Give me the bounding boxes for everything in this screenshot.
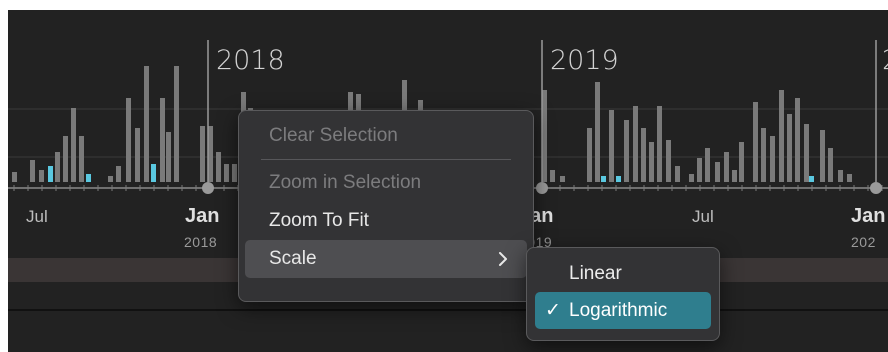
histogram-bar [560,176,565,182]
histogram-bar-highlighted [151,164,156,182]
histogram-bar [675,166,680,182]
jan-year-2018: 2018 [184,234,217,250]
histogram-bar [232,164,237,182]
histogram-bar [550,170,555,182]
histogram-bar [739,142,744,182]
histogram-bar [697,158,702,182]
menu-separator [261,159,511,160]
histogram-bar [126,98,131,182]
histogram-bar [39,170,44,182]
histogram-bar [633,106,638,182]
checkmark-icon: ✓ [545,300,561,321]
histogram-bar [609,110,614,182]
histogram-bar [216,152,221,182]
histogram-bar [828,148,833,182]
histogram-bar [200,126,205,182]
histogram-bar [649,142,654,182]
submenu-item-logarithmic[interactable]: ✓ Logarithmic [535,292,711,329]
histogram-bar-highlighted [601,176,606,182]
histogram-bar-highlighted [616,176,621,182]
menu-item-scale[interactable]: Scale [245,240,527,278]
histogram-bar [587,128,592,182]
histogram-bar [12,172,17,182]
histogram-bar [761,128,766,182]
histogram-bar [838,170,843,182]
histogram-bar [116,166,121,182]
histogram-bar [724,152,729,182]
submenu-item-linear-label: Linear [569,263,622,284]
year-handle-2020[interactable] [870,182,882,194]
year-label-2018: 2018 [216,45,285,76]
histogram-bar [641,128,646,182]
histogram-bar [689,174,694,182]
histogram-bar [705,148,710,182]
histogram-bar [174,66,179,182]
histogram-bar [224,164,229,182]
month-label-jul-2019: Jul [692,207,714,226]
year-handle-2018[interactable] [202,182,214,194]
histogram-bar [804,124,809,182]
histogram-bar-highlighted [809,176,814,182]
histogram-bar [770,136,775,182]
menu-item-zoom-to-fit[interactable]: Zoom To Fit [245,202,527,240]
histogram-bar [820,130,825,182]
jan-label-2020: Jan [851,205,885,227]
histogram-bar [166,132,171,182]
histogram-bar [779,90,784,182]
histogram-bar [666,140,671,182]
histogram-bar [795,98,800,182]
histogram-bar [160,98,165,182]
menu-item-clear-selection[interactable]: Clear Selection [245,117,527,155]
histogram-bar [71,108,76,182]
histogram-bar [79,136,84,182]
chevron-right-icon [497,240,509,278]
histogram-bar [135,128,140,182]
histogram-bar [847,174,852,182]
month-label-jul-2017: Jul [26,207,48,226]
year-handle-2019[interactable] [536,182,548,194]
histogram-bar [787,114,792,182]
jan-label-2018: Jan [185,205,219,227]
submenu-item-linear[interactable]: Linear [535,255,711,292]
jan-year-2020: 202 [851,234,876,250]
histogram-bar [732,170,737,182]
histogram-bar [144,66,149,182]
histogram-bar [63,136,68,182]
scale-submenu: Linear ✓ Logarithmic [526,247,720,341]
histogram-bar [624,120,629,182]
histogram-bar [55,152,60,182]
submenu-item-logarithmic-label: Logarithmic [569,300,668,321]
histogram-bar [657,106,662,182]
year-label-2019: 2019 [550,45,619,76]
histogram-bar [715,162,720,182]
histogram-bar [595,82,600,182]
histogram-bar [30,160,35,182]
year-label-2020: 2 [882,45,888,76]
histogram-bar [753,102,758,182]
histogram-bar [108,176,113,182]
menu-item-scale-label: Scale [269,248,317,269]
context-menu: Clear Selection Zoom in Selection Zoom T… [238,110,534,302]
histogram-bar-highlighted [86,174,91,182]
menu-item-zoom-in-selection[interactable]: Zoom in Selection [245,164,527,202]
histogram-bar-highlighted [48,166,53,182]
